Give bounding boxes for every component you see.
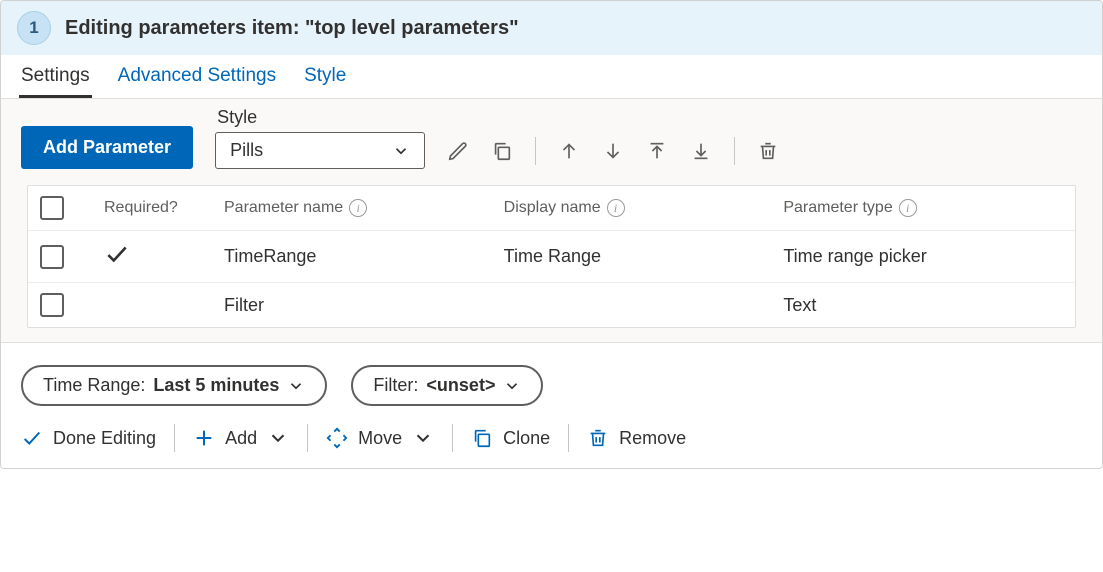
- col-display-name: Display namei: [504, 199, 784, 217]
- tab-advanced-settings[interactable]: Advanced Settings: [116, 55, 278, 98]
- separator: [535, 137, 536, 165]
- check-icon: [104, 241, 130, 267]
- plus-icon: [193, 427, 215, 449]
- chevron-down-icon: [287, 377, 305, 395]
- arrow-up-icon[interactable]: [558, 140, 580, 162]
- table-row[interactable]: Filter Text: [28, 283, 1075, 327]
- done-editing-button[interactable]: Done Editing: [21, 427, 156, 449]
- copy-icon: [471, 427, 493, 449]
- move-button[interactable]: Move: [326, 427, 434, 449]
- arrow-down-icon[interactable]: [602, 140, 624, 162]
- remove-button[interactable]: Remove: [587, 427, 686, 449]
- chevron-down-icon: [412, 427, 434, 449]
- step-badge: 1: [17, 11, 51, 45]
- style-select-value: Pills: [230, 140, 263, 161]
- style-label: Style: [215, 107, 425, 128]
- info-icon[interactable]: i: [349, 199, 367, 217]
- select-all-checkbox[interactable]: [40, 196, 64, 220]
- table-header-row: Required? Parameter namei Display namei …: [28, 186, 1075, 231]
- col-parameter-type: Parameter typei: [783, 199, 1063, 217]
- param-type-cell: Text: [783, 295, 1063, 316]
- style-select[interactable]: Pills: [215, 132, 425, 169]
- bottom-toolbar: Done Editing Add Move Clone Remove: [1, 410, 1102, 468]
- filter-pill[interactable]: Filter: <unset>: [351, 365, 543, 406]
- parameters-preview: Time Range: Last 5 minutes Filter: <unse…: [1, 343, 1102, 410]
- chevron-down-icon: [267, 427, 289, 449]
- move-to-top-icon[interactable]: [646, 140, 668, 162]
- add-button[interactable]: Add: [193, 427, 289, 449]
- required-cell: [104, 241, 224, 272]
- parameters-table: Required? Parameter namei Display namei …: [27, 185, 1076, 328]
- check-icon: [21, 427, 43, 449]
- toolbar: Add Parameter Style Pills: [21, 107, 1082, 169]
- param-name-cell: TimeRange: [224, 246, 504, 267]
- tab-style[interactable]: Style: [302, 55, 348, 98]
- add-parameter-button[interactable]: Add Parameter: [21, 126, 193, 169]
- editor-header: 1 Editing parameters item: "top level pa…: [1, 1, 1102, 55]
- row-checkbox[interactable]: [40, 293, 64, 317]
- editor-title: Editing parameters item: "top level para…: [65, 17, 519, 40]
- param-type-cell: Time range picker: [783, 246, 1063, 267]
- tab-settings[interactable]: Settings: [19, 55, 92, 98]
- tabs-bar: Settings Advanced Settings Style: [1, 55, 1102, 99]
- col-parameter-name: Parameter namei: [224, 199, 504, 217]
- copy-icon[interactable]: [491, 140, 513, 162]
- chevron-down-icon: [392, 142, 410, 160]
- edit-icon[interactable]: [447, 140, 469, 162]
- info-icon[interactable]: i: [607, 199, 625, 217]
- trash-icon: [587, 427, 609, 449]
- clone-button[interactable]: Clone: [471, 427, 550, 449]
- style-field: Style Pills: [215, 107, 425, 169]
- move-to-bottom-icon[interactable]: [690, 140, 712, 162]
- separator: [568, 424, 569, 452]
- delete-icon[interactable]: [757, 140, 779, 162]
- row-checkbox[interactable]: [40, 245, 64, 269]
- separator: [734, 137, 735, 165]
- time-range-pill[interactable]: Time Range: Last 5 minutes: [21, 365, 327, 406]
- separator: [174, 424, 175, 452]
- separator: [307, 424, 308, 452]
- chevron-down-icon: [503, 377, 521, 395]
- info-icon[interactable]: i: [899, 199, 917, 217]
- separator: [452, 424, 453, 452]
- parameters-editor: 1 Editing parameters item: "top level pa…: [0, 0, 1103, 469]
- move-icon: [326, 427, 348, 449]
- col-required: Required?: [104, 199, 224, 217]
- display-name-cell: Time Range: [504, 246, 784, 267]
- editor-body: Add Parameter Style Pills: [1, 99, 1102, 343]
- table-row[interactable]: TimeRange Time Range Time range picker: [28, 231, 1075, 283]
- param-name-cell: Filter: [224, 295, 504, 316]
- icon-actions: [447, 137, 779, 169]
